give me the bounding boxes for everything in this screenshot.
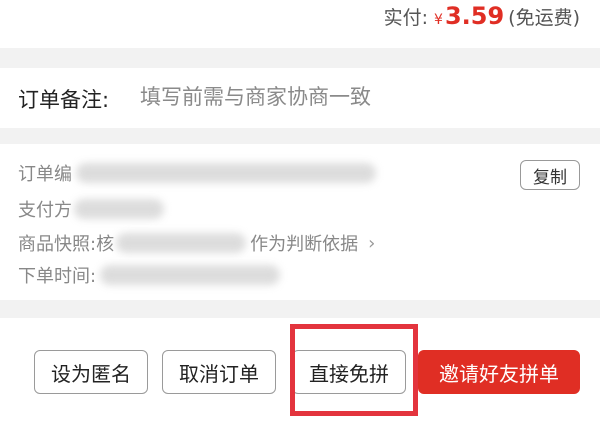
order-time-label: 下单时间: bbox=[18, 266, 97, 287]
currency-symbol: ¥ bbox=[434, 12, 443, 28]
order-number-row: 订单编 bbox=[18, 158, 376, 188]
order-remark-input[interactable] bbox=[140, 80, 580, 114]
order-time-row: 下单时间: bbox=[18, 260, 281, 290]
payment-method-label: 支付方 bbox=[18, 200, 72, 221]
redacted-order-time bbox=[100, 265, 281, 285]
bottom-action-bar: 设为匿名 取消订单 直接免拼 邀请好友拼单 bbox=[0, 318, 600, 427]
product-snapshot-suffix: 作为判断依据 bbox=[250, 234, 359, 255]
cancel-order-button[interactable]: 取消订单 bbox=[162, 350, 276, 394]
invite-friends-group-button[interactable]: 邀请好友拼单 bbox=[418, 350, 580, 394]
order-number-label: 订单编 bbox=[18, 164, 72, 185]
order-info-card: 订单编 复制 支付方 商品快照: 核 作为判断依据 › 下单时间: bbox=[0, 144, 600, 300]
product-snapshot-row[interactable]: 商品快照: 核 作为判断依据 › bbox=[18, 228, 375, 258]
chevron-right-icon: › bbox=[368, 232, 376, 254]
shipping-note: (免运费) bbox=[508, 7, 580, 29]
actual-payment-label: 实付: bbox=[383, 7, 429, 29]
payment-method-row: 支付方 bbox=[18, 194, 164, 224]
payment-amount: 3.59 bbox=[444, 2, 505, 30]
redacted-payment-method bbox=[74, 199, 164, 219]
price-card: 实付: ¥ 3.59 (免运费) bbox=[0, 0, 600, 48]
product-snapshot-label: 商品快照: bbox=[18, 234, 97, 255]
set-anonymous-button[interactable]: 设为匿名 bbox=[34, 350, 148, 394]
actual-payment: 实付: ¥ 3.59 (免运费) bbox=[384, 2, 580, 30]
direct-free-group-button[interactable]: 直接免拼 bbox=[292, 350, 406, 394]
product-snapshot-prefix: 核 bbox=[96, 234, 115, 255]
order-remark-label: 订单备注: bbox=[18, 88, 110, 112]
order-remark-row: 订单备注: bbox=[0, 68, 600, 128]
redacted-order-number bbox=[76, 163, 376, 183]
redacted-snapshot-text bbox=[116, 233, 247, 253]
copy-order-number-button[interactable]: 复制 bbox=[520, 160, 580, 190]
